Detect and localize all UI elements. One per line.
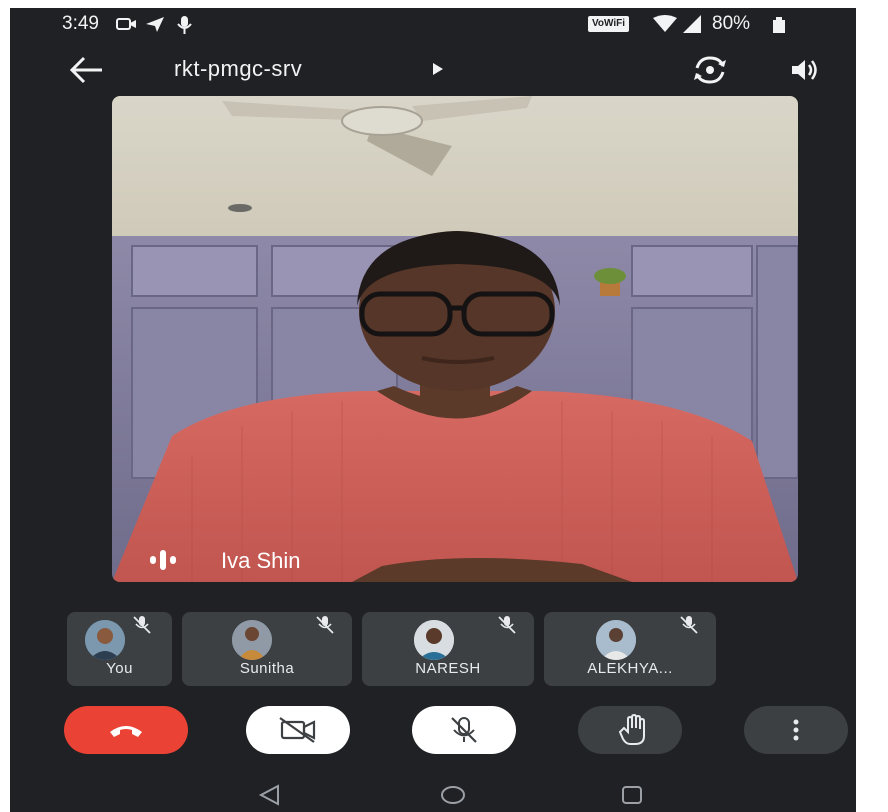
triangle-back-icon[interactable]: [258, 784, 282, 806]
circle-home-icon[interactable]: [440, 784, 466, 806]
avatar: [232, 620, 272, 660]
audio-level-icon: [150, 550, 176, 570]
mic-toggle-button[interactable]: [412, 706, 516, 754]
mic-off-icon: [451, 717, 477, 743]
avatar: [85, 620, 125, 660]
end-call-icon: [110, 726, 142, 737]
video-camera-icon: [116, 18, 136, 30]
speaker-icon[interactable]: [786, 54, 826, 86]
end-call-button[interactable]: [64, 706, 188, 754]
mic-off-icon: [680, 616, 698, 634]
battery-icon: [773, 17, 785, 33]
speaker-video-image: [112, 96, 798, 582]
signal-icon: [683, 15, 701, 33]
status-time: 3:49: [62, 13, 99, 34]
more-vert-icon: [793, 719, 799, 741]
vowifi-badge: VoWiFi: [588, 16, 630, 32]
participant-name: NARESH: [415, 660, 481, 677]
speaker-name: Iva Shin: [221, 548, 301, 573]
square-recents-icon[interactable]: [620, 784, 644, 806]
meeting-title[interactable]: rkt-pmgc-srv: [174, 56, 302, 82]
camera-off-icon: [279, 717, 316, 743]
participant-tile-naresh[interactable]: NARESH: [362, 612, 534, 686]
participant-tile-sunitha[interactable]: Sunitha: [182, 612, 352, 686]
avatar: [414, 620, 454, 660]
wifi-icon: [653, 15, 677, 32]
battery-percent: 80%: [712, 13, 751, 34]
mic-off-icon: [498, 616, 516, 634]
participant-name: ALEKHYA...: [587, 660, 673, 677]
mic-off-icon: [316, 616, 334, 634]
participant-name: You: [106, 660, 133, 677]
switch-camera-icon[interactable]: [690, 54, 730, 86]
play-arrow-icon[interactable]: [432, 62, 444, 76]
mic-status-icon: [177, 16, 192, 34]
main-video-feed[interactable]: [112, 96, 798, 582]
phone-screen: 3:49 VoWiFi 80% rkt-pmgc-srv Iva Shin Yo…: [10, 8, 856, 812]
hand-icon: [618, 713, 645, 745]
location-arrow-icon: [146, 17, 164, 32]
raise-hand-button[interactable]: [578, 706, 682, 754]
participant-tile-alekhya[interactable]: ALEKHYA...: [544, 612, 716, 686]
mic-off-icon: [133, 616, 151, 634]
participant-tile-you[interactable]: You: [67, 612, 172, 686]
avatar: [596, 620, 636, 660]
participant-name: Sunitha: [239, 660, 295, 677]
camera-toggle-button[interactable]: [246, 706, 350, 754]
back-arrow-icon[interactable]: [68, 54, 108, 86]
status-bar: 3:49 VoWiFi 80%: [10, 8, 856, 40]
app-bar: rkt-pmgc-srv: [10, 46, 856, 94]
more-options-button[interactable]: [744, 706, 848, 754]
